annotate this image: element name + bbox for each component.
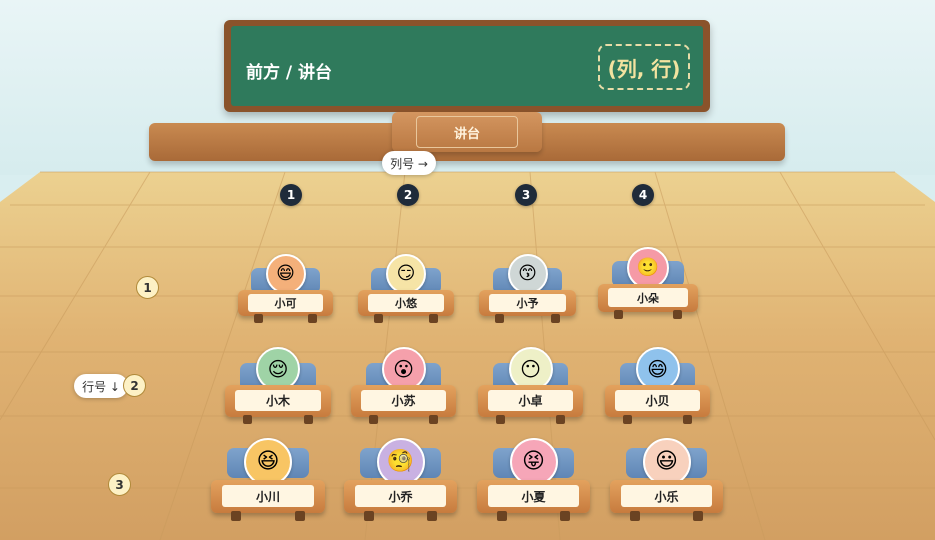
seat-col2-row3[interactable]: 🧐 小乔 — [344, 438, 457, 522]
desk-leg — [231, 511, 241, 521]
desk-leg — [369, 415, 378, 424]
seat-col3-row1[interactable]: 😙 小予 — [479, 254, 576, 324]
student-name: 小夏 — [488, 485, 579, 507]
coordinate-format-label: (列, 行) — [598, 44, 690, 90]
desk: 小朵 — [598, 284, 698, 312]
desk-leg — [614, 310, 623, 319]
student-avatar-icon: 😆 — [244, 438, 292, 486]
column-number-2: 2 — [397, 184, 419, 206]
seat-col1-row1[interactable]: 😄 小可 — [238, 254, 333, 324]
desk-leg — [496, 415, 505, 424]
seat-col3-row3[interactable]: 😝 小夏 — [477, 438, 590, 522]
column-number-4: 4 — [632, 184, 654, 206]
student-avatar-icon: 🧐 — [376, 438, 425, 486]
desk: 小苏 — [351, 385, 456, 417]
desk-leg — [243, 415, 252, 424]
desk: 小川 — [211, 480, 325, 513]
seat-col4-row1[interactable]: 🙂 小朵 — [598, 247, 698, 320]
desk-leg — [556, 415, 565, 424]
desk-leg — [295, 511, 305, 521]
desk: 小卓 — [478, 385, 583, 417]
desk-leg — [630, 511, 640, 521]
desk-leg — [683, 415, 692, 424]
column-axis-label: 列号 → — [382, 151, 436, 175]
seat-col4-row3[interactable]: 😃 小乐 — [610, 438, 723, 522]
student-avatar-icon: 😝 — [509, 438, 558, 486]
desk-leg — [560, 511, 570, 521]
classroom-floor — [0, 172, 935, 540]
chalkboard: 前方 / 讲台 (列, 行) — [224, 20, 710, 112]
student-name: 小川 — [222, 485, 314, 507]
student-avatar-icon: 😄 — [265, 254, 306, 294]
row-number-3: 3 — [108, 473, 131, 496]
desk: 小予 — [479, 290, 576, 316]
seat-col2-row2[interactable]: 😮 小苏 — [351, 347, 456, 425]
student-name: 小苏 — [361, 390, 446, 411]
podium-label: 讲台 — [416, 116, 518, 148]
seat-col4-row2[interactable]: 😄 小贝 — [605, 347, 710, 425]
student-name: 小木 — [235, 390, 321, 411]
desk-leg — [495, 314, 504, 323]
student-avatar-icon: 😏 — [386, 254, 426, 294]
desk: 小贝 — [605, 385, 710, 417]
desk: 小乐 — [610, 480, 723, 513]
desk: 小可 — [238, 290, 333, 316]
desk-leg — [429, 415, 438, 424]
desk: 小木 — [225, 385, 331, 417]
desk-leg — [374, 314, 383, 323]
student-name: 小乔 — [355, 485, 446, 507]
student-name: 小悠 — [368, 294, 444, 312]
student-name: 小朵 — [608, 288, 688, 307]
column-number-1: 1 — [280, 184, 302, 206]
student-avatar-icon: 😃 — [642, 438, 691, 486]
desk: 小夏 — [477, 480, 590, 513]
seat-col2-row1[interactable]: 😏 小悠 — [358, 254, 454, 324]
seat-col1-row3[interactable]: 😆 小川 — [211, 438, 325, 522]
row-axis-label: 行号 ↓ — [74, 374, 128, 398]
seat-col1-row2[interactable]: 😌 小木 — [225, 347, 331, 425]
student-avatar-icon: 🙂 — [627, 247, 669, 289]
student-name: 小乐 — [621, 485, 712, 507]
desk-leg — [254, 314, 263, 323]
row-number-1: 1 — [136, 276, 159, 299]
student-name: 小卓 — [488, 390, 573, 411]
board-title: 前方 / 讲台 — [246, 63, 333, 83]
desk-leg — [497, 511, 507, 521]
seat-col3-row2[interactable]: 😶 小卓 — [478, 347, 583, 425]
chalkboard-surface: 前方 / 讲台 (列, 行) — [231, 26, 703, 106]
student-avatar-icon: 😙 — [507, 254, 548, 294]
desk-leg — [673, 310, 682, 319]
desk-leg — [427, 511, 437, 521]
student-name: 小贝 — [615, 390, 700, 411]
desk: 小乔 — [344, 480, 457, 513]
desk-leg — [693, 511, 703, 521]
desk: 小悠 — [358, 290, 454, 316]
desk-leg — [364, 511, 374, 521]
student-name: 小可 — [248, 294, 323, 312]
desk-leg — [623, 415, 632, 424]
desk-leg — [429, 314, 438, 323]
student-name: 小予 — [489, 294, 566, 312]
column-number-3: 3 — [515, 184, 537, 206]
desk-leg — [308, 314, 317, 323]
row-number-2: 2 — [123, 374, 146, 397]
desk-leg — [304, 415, 313, 424]
desk-leg — [551, 314, 560, 323]
